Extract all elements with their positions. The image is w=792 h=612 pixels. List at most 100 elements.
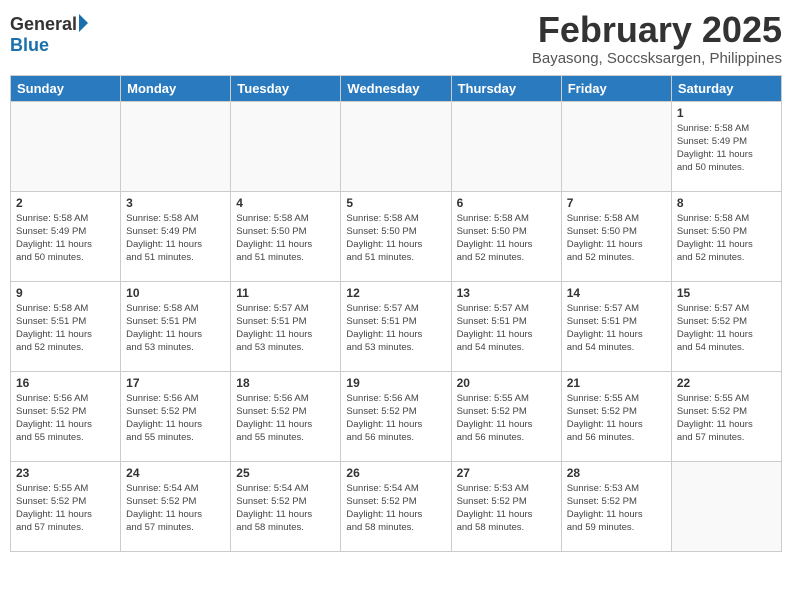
calendar-cell: 2 Sunrise: 5:58 AM Sunset: 5:49 PM Daylig… [11,191,121,281]
day-info: Sunrise: 5:57 AM Sunset: 5:51 PM Dayligh… [567,302,666,355]
calendar-cell: 8 Sunrise: 5:58 AM Sunset: 5:50 PM Daylig… [671,191,781,281]
weekday-header: Friday [561,75,671,101]
day-number: 11 [236,286,335,300]
day-info: Sunrise: 5:55 AM Sunset: 5:52 PM Dayligh… [567,392,666,445]
weekday-header: Saturday [671,75,781,101]
calendar-cell: 4 Sunrise: 5:58 AM Sunset: 5:50 PM Daylig… [231,191,341,281]
calendar-cell: 12 Sunrise: 5:57 AM Sunset: 5:51 PM Dayli… [341,281,451,371]
title-area: February 2025 Bayasong, Soccsksargen, Ph… [532,10,782,67]
calendar-cell: 5 Sunrise: 5:58 AM Sunset: 5:50 PM Daylig… [341,191,451,281]
day-info: Sunrise: 5:56 AM Sunset: 5:52 PM Dayligh… [346,392,445,445]
day-info: Sunrise: 5:53 AM Sunset: 5:52 PM Dayligh… [567,482,666,535]
day-info: Sunrise: 5:55 AM Sunset: 5:52 PM Dayligh… [457,392,556,445]
day-number: 28 [567,466,666,480]
day-info: Sunrise: 5:57 AM Sunset: 5:51 PM Dayligh… [236,302,335,355]
calendar-cell [231,101,341,191]
logo-triangle-icon [79,14,88,32]
calendar-cell: 22 Sunrise: 5:55 AM Sunset: 5:52 PM Dayli… [671,371,781,461]
calendar-cell: 13Sunrise: 5:57 AM Sunset: 5:51 PM Dayli… [451,281,561,371]
calendar-table: SundayMondayTuesdayWednesdayThursdayFrid… [10,75,782,552]
day-number: 7 [567,196,666,210]
logo: General Blue [10,10,88,56]
day-number: 23 [16,466,115,480]
calendar-week-row: 23 Sunrise: 5:55 AM Sunset: 5:52 PM Dayli… [11,461,782,551]
day-info: Sunrise: 5:56 AM Sunset: 5:52 PM Dayligh… [16,392,115,445]
day-info: Sunrise: 5:57 AM Sunset: 5:51 PM Dayligh… [346,302,445,355]
logo-blue: Blue [10,35,49,56]
day-number: 9 [16,286,115,300]
calendar-week-row: 16 Sunrise: 5:56 AM Sunset: 5:52 PM Dayli… [11,371,782,461]
calendar-cell: 25 Sunrise: 5:54 AM Sunset: 5:52 PM Dayli… [231,461,341,551]
calendar-cell: 24 Sunrise: 5:54 AM Sunset: 5:52 PM Dayli… [121,461,231,551]
calendar-cell: 10 Sunrise: 5:58 AM Sunset: 5:51 PM Dayli… [121,281,231,371]
calendar-cell: 17 Sunrise: 5:56 AM Sunset: 5:52 PM Dayli… [121,371,231,461]
calendar-cell: 28 Sunrise: 5:53 AM Sunset: 5:52 PM Dayli… [561,461,671,551]
calendar-cell: 23 Sunrise: 5:55 AM Sunset: 5:52 PM Dayli… [11,461,121,551]
day-number: 12 [346,286,445,300]
day-number: 8 [677,196,776,210]
day-info: Sunrise: 5:58 AM Sunset: 5:49 PM Dayligh… [126,212,225,265]
calendar-cell: 9Sunrise: 5:58 AM Sunset: 5:51 PM Daylig… [11,281,121,371]
day-number: 2 [16,196,115,210]
day-number: 25 [236,466,335,480]
day-info: Sunrise: 5:55 AM Sunset: 5:52 PM Dayligh… [16,482,115,535]
day-info: Sunrise: 5:58 AM Sunset: 5:51 PM Dayligh… [126,302,225,355]
calendar-cell: 20 Sunrise: 5:55 AM Sunset: 5:52 PM Dayli… [451,371,561,461]
day-number: 13 [457,286,556,300]
weekday-header: Sunday [11,75,121,101]
calendar-header-row: SundayMondayTuesdayWednesdayThursdayFrid… [11,75,782,101]
calendar-cell: 7 Sunrise: 5:58 AM Sunset: 5:50 PM Daylig… [561,191,671,281]
day-info: Sunrise: 5:56 AM Sunset: 5:52 PM Dayligh… [236,392,335,445]
day-number: 1 [677,106,776,120]
day-info: Sunrise: 5:55 AM Sunset: 5:52 PM Dayligh… [677,392,776,445]
day-info: Sunrise: 5:58 AM Sunset: 5:50 PM Dayligh… [346,212,445,265]
day-info: Sunrise: 5:56 AM Sunset: 5:52 PM Dayligh… [126,392,225,445]
day-info: Sunrise: 5:53 AM Sunset: 5:52 PM Dayligh… [457,482,556,535]
day-info: Sunrise: 5:54 AM Sunset: 5:52 PM Dayligh… [236,482,335,535]
weekday-header: Wednesday [341,75,451,101]
day-number: 18 [236,376,335,390]
weekday-header: Monday [121,75,231,101]
day-number: 17 [126,376,225,390]
day-number: 10 [126,286,225,300]
day-number: 19 [346,376,445,390]
calendar-cell [341,101,451,191]
day-number: 26 [346,466,445,480]
calendar-cell [561,101,671,191]
day-number: 21 [567,376,666,390]
day-number: 3 [126,196,225,210]
day-number: 14 [567,286,666,300]
day-number: 6 [457,196,556,210]
day-info: Sunrise: 5:58 AM Sunset: 5:50 PM Dayligh… [567,212,666,265]
day-number: 15 [677,286,776,300]
day-number: 22 [677,376,776,390]
day-info: Sunrise: 5:58 AM Sunset: 5:50 PM Dayligh… [677,212,776,265]
calendar-cell: 16 Sunrise: 5:56 AM Sunset: 5:52 PM Dayli… [11,371,121,461]
calendar-week-row: 9 Sunrise: 5:58 AM Sunset: 5:51 PM Daylig… [11,281,782,371]
day-number: 20 [457,376,556,390]
calendar-cell: 3 Sunrise: 5:58 AM Sunset: 5:49 PM Daylig… [121,191,231,281]
day-info: Sunrise: 5:54 AM Sunset: 5:52 PM Dayligh… [126,482,225,535]
day-info: Sunrise: 5:58 AM Sunset: 5:49 PM Dayligh… [16,212,115,265]
day-info: Sunrise: 5:57 AM Sunset: 5:52 PM Dayligh… [677,302,776,355]
weekday-header: Thursday [451,75,561,101]
day-number: 16 [16,376,115,390]
calendar-cell: 27Sunrise: 5:53 AM Sunset: 5:52 PM Dayli… [451,461,561,551]
calendar-cell: 26 Sunrise: 5:54 AM Sunset: 5:52 PM Dayli… [341,461,451,551]
day-number: 5 [346,196,445,210]
location-title: Bayasong, Soccsksargen, Philippines [532,50,782,67]
calendar-cell [11,101,121,191]
month-title: February 2025 [532,10,782,50]
day-info: Sunrise: 5:58 AM Sunset: 5:50 PM Dayligh… [236,212,335,265]
day-number: 24 [126,466,225,480]
calendar-cell [451,101,561,191]
calendar-cell: 21 Sunrise: 5:55 AM Sunset: 5:52 PM Dayli… [561,371,671,461]
day-info: Sunrise: 5:58 AM Sunset: 5:49 PM Dayligh… [677,122,776,175]
calendar-cell: 14 Sunrise: 5:57 AM Sunset: 5:51 PM Dayli… [561,281,671,371]
calendar-cell: 18 Sunrise: 5:56 AM Sunset: 5:52 PM Dayli… [231,371,341,461]
weekday-header: Tuesday [231,75,341,101]
day-info: Sunrise: 5:54 AM Sunset: 5:52 PM Dayligh… [346,482,445,535]
day-info: Sunrise: 5:58 AM Sunset: 5:50 PM Dayligh… [457,212,556,265]
day-number: 4 [236,196,335,210]
page-header: General Blue February 2025 Bayasong, Soc… [10,10,782,67]
